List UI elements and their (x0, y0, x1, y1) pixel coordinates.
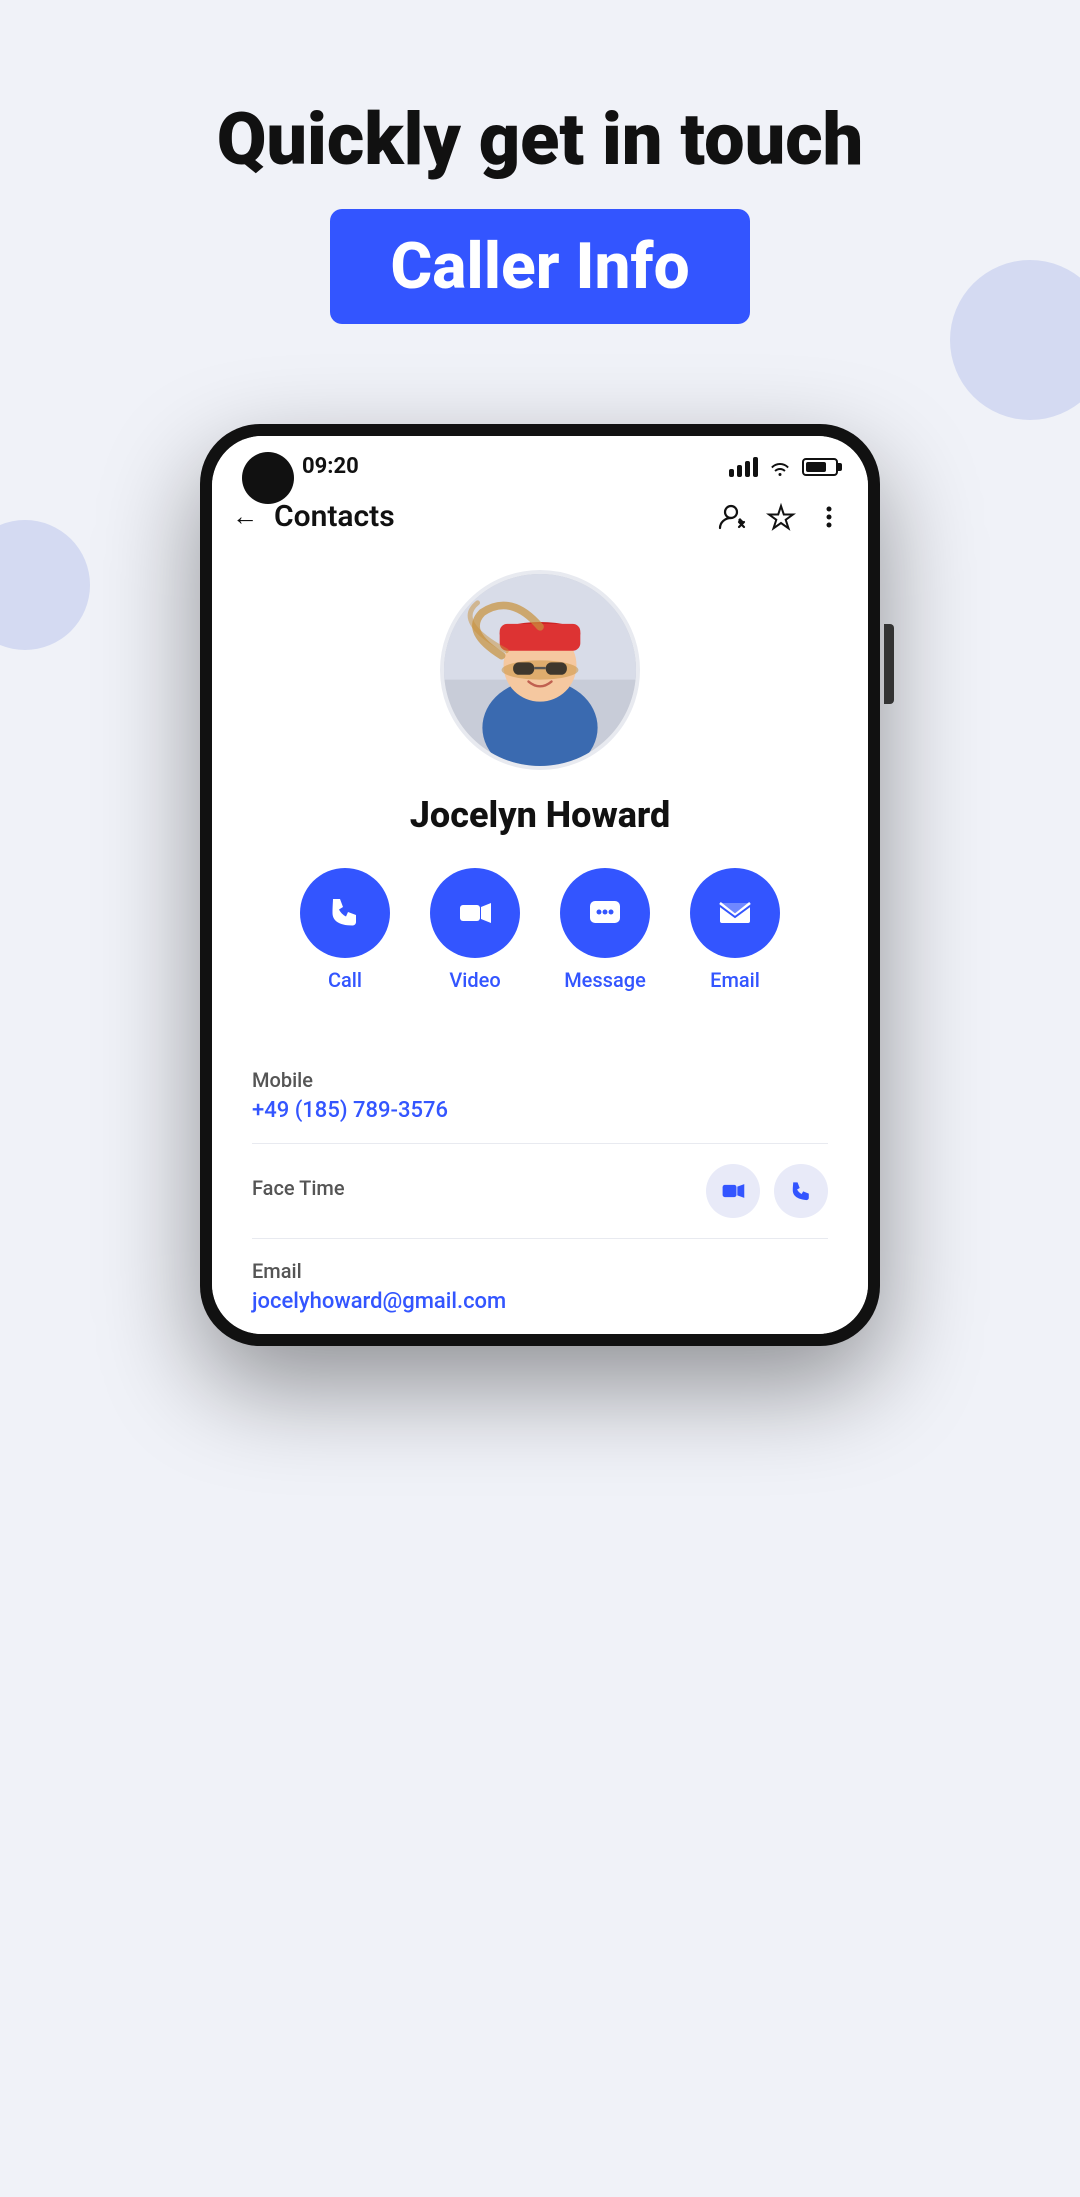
mobile-info-row: Mobile +49 (185) 789-3576 (252, 1048, 828, 1144)
facetime-call-icon (788, 1178, 814, 1204)
phone-side-button (884, 624, 894, 704)
mobile-value[interactable]: +49 (185) 789-3576 (252, 1098, 828, 1123)
battery-icon (802, 458, 838, 476)
email-info-label: Email (252, 1259, 828, 1283)
facetime-label: Face Time (252, 1176, 345, 1200)
facetime-video-button[interactable] (706, 1164, 760, 1218)
message-icon (585, 893, 625, 933)
status-time: 09:20 (302, 454, 359, 479)
email-action: Email (690, 868, 780, 992)
phone-inner: 09:20 (212, 436, 868, 1334)
phone-icon (325, 893, 365, 933)
app-bar-icons (718, 502, 844, 532)
email-info-value[interactable]: jocelyhoward@gmail.com (252, 1289, 828, 1314)
caller-info-badge: Caller Info (330, 209, 749, 324)
call-label: Call (328, 968, 362, 992)
back-button[interactable]: ← (232, 501, 258, 532)
call-action: Call (300, 868, 390, 992)
star-icon[interactable] (766, 502, 796, 532)
facetime-video-icon (720, 1178, 746, 1204)
signal-bar-3 (745, 461, 750, 477)
call-button[interactable] (300, 868, 390, 958)
status-bar: 09:20 (212, 436, 868, 489)
avatar-wrapper (252, 570, 828, 770)
action-buttons: Call Video (252, 868, 828, 992)
email-label: Email (710, 968, 760, 992)
main-title: Quickly get in touch (0, 100, 1080, 179)
header-section: Quickly get in touch Caller Info (0, 0, 1080, 384)
message-button[interactable] (560, 868, 650, 958)
app-bar: ← Contacts (212, 489, 868, 550)
more-icon[interactable] (814, 502, 844, 532)
facetime-call-button[interactable] (774, 1164, 828, 1218)
signal-bar-1 (729, 469, 734, 477)
message-label: Message (564, 968, 646, 992)
email-icon (715, 893, 755, 933)
video-button[interactable] (430, 868, 520, 958)
contact-detail: Jocelyn Howard Call (212, 550, 868, 1048)
mobile-label: Mobile (252, 1068, 828, 1092)
avatar (440, 570, 640, 770)
signal-bars-icon (729, 457, 758, 477)
video-icon (455, 893, 495, 933)
signal-bar-2 (737, 465, 742, 477)
phone-container: 09:20 (0, 384, 1080, 1346)
email-button[interactable] (690, 868, 780, 958)
video-label: Video (449, 968, 500, 992)
status-icons (729, 457, 838, 477)
info-section: Mobile +49 (185) 789-3576 Face Time (212, 1048, 868, 1334)
contact-name: Jocelyn Howard (252, 794, 828, 836)
facetime-info-row: Face Time (252, 1144, 828, 1239)
wifi-icon (768, 457, 792, 477)
video-action: Video (430, 868, 520, 992)
message-action: Message (560, 868, 650, 992)
avatar-image (444, 570, 636, 770)
email-info-row: Email jocelyhoward@gmail.com (252, 1239, 828, 1334)
contacts-title: Contacts (274, 499, 718, 534)
facetime-icons (706, 1164, 828, 1218)
person-edit-icon[interactable] (718, 502, 748, 532)
camera-notch (242, 452, 294, 504)
battery-fill (806, 462, 826, 472)
phone-mockup: 09:20 (200, 424, 880, 1346)
signal-bar-4 (753, 457, 758, 477)
